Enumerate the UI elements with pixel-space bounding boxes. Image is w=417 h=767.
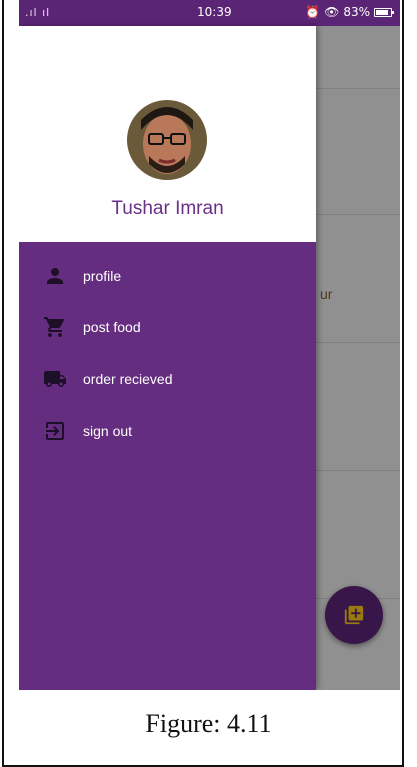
drawer-item-post-food[interactable]: post food [19, 306, 316, 348]
frame-right-border [402, 0, 404, 767]
battery-icon [374, 7, 394, 17]
frame-left-border [2, 0, 4, 767]
cart-icon [44, 317, 65, 337]
drawer-item-label: sign out [83, 423, 133, 439]
user-name: Tushar Imran [111, 198, 224, 219]
status-right: ⏰ 👁 83% [305, 5, 394, 19]
drawer-header: Tushar Imran [19, 26, 316, 242]
logout-icon [46, 422, 64, 440]
status-bar: .ıl ıl 10:39 ⏰ 👁 83% [19, 0, 400, 26]
drawer-item-sign-out[interactable]: sign out [19, 410, 316, 452]
phone-screenshot: .ıl ıl 10:39 ⏰ 👁 83% ur Tushar Imran pro… [19, 0, 400, 690]
status-time: 10:39 [197, 5, 232, 19]
avatar-photo [127, 100, 207, 180]
drawer-item-profile[interactable]: profile [19, 255, 316, 297]
drawer-item-label: post food [83, 319, 141, 335]
drawer-item-label: order recieved [83, 371, 173, 387]
drawer-item-order-recieved[interactable]: order recieved [19, 358, 316, 400]
person-icon [47, 268, 63, 284]
battery-percent: 83% [343, 5, 370, 19]
truck-icon [44, 371, 66, 387]
alarm-icon: ⏰ [305, 5, 321, 19]
avatar[interactable] [127, 100, 207, 180]
navigation-drawer: Tushar Imran profile post food order rec… [19, 26, 316, 690]
figure-caption: Figure: 4.11 [145, 709, 272, 738]
eye-icon: 👁 [324, 5, 340, 19]
drawer-item-label: profile [83, 268, 122, 284]
signal-indicator: .ıl ıl [25, 6, 51, 19]
